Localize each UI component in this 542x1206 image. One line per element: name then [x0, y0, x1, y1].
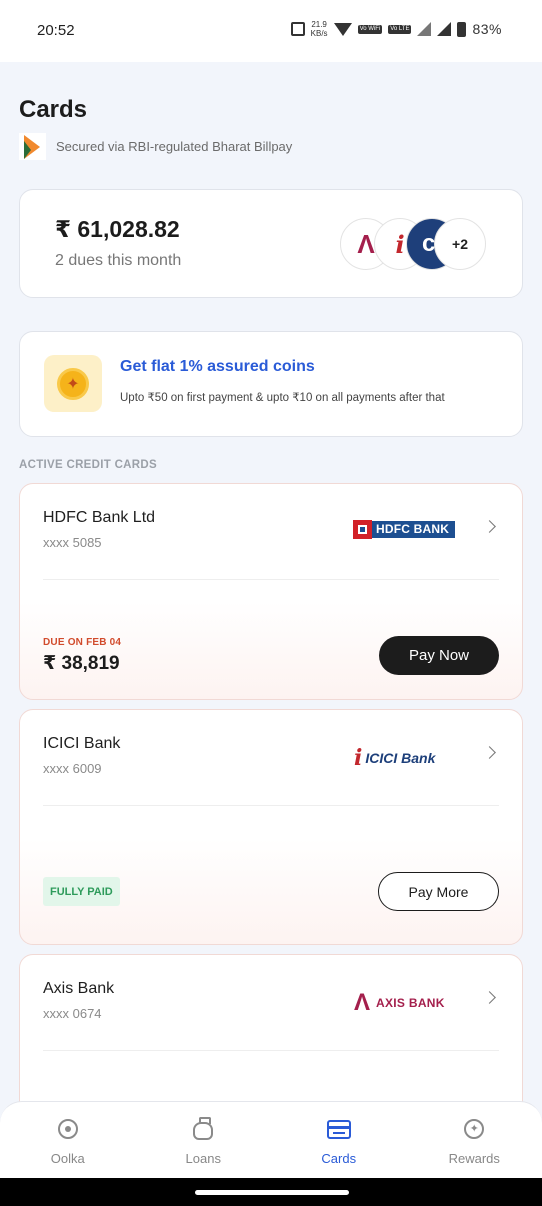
pay-more-button[interactable]: Pay More — [378, 872, 499, 911]
status-bar: 20:52 21.9 KB/s Vo WiFi Vo LTE 83% — [0, 0, 542, 62]
coins-offer-description: Upto ₹50 on first payment & upto ₹10 on … — [120, 392, 445, 404]
bbps-secured-row: Secured via RBI-regulated Bharat Billpay — [19, 133, 292, 160]
nav-label: Oolka — [50, 1151, 85, 1166]
axis-bank-logo: Λ AXIS BANK — [354, 989, 445, 1017]
card-number: xxxx 5085 — [43, 535, 102, 550]
hdfc-logo-icon — [353, 520, 372, 539]
hdfc-logo-text: HDFC BANK — [372, 521, 455, 538]
nav-label: Rewards — [448, 1151, 500, 1166]
card-bank-name: ICICI Bank — [43, 735, 121, 752]
network-speed: 21.9 KB/s — [310, 20, 328, 38]
signal-icon-sim2 — [437, 22, 452, 36]
status-icons: 21.9 KB/s Vo WiFi Vo LTE 83% — [290, 20, 502, 38]
chevron-right-icon[interactable] — [483, 520, 496, 533]
dues-count: 2 dues this month — [55, 252, 182, 269]
system-gesture-bar — [0, 1178, 542, 1206]
hdfc-bank-logo: HDFC BANK — [353, 520, 455, 539]
pay-now-button[interactable]: Pay Now — [379, 636, 499, 675]
card-bank-name: HDFC Bank Ltd — [43, 509, 156, 526]
cards-icon — [326, 1116, 352, 1142]
signal-icon-sim1 — [417, 22, 432, 36]
page-title: Cards — [19, 96, 88, 123]
oolka-icon — [55, 1116, 81, 1142]
bank-logo-stack: Λ i c/ +2 — [340, 218, 486, 270]
bharat-billpay-logo-icon — [19, 133, 46, 160]
nav-item-rewards[interactable]: ✦ Rewards — [407, 1102, 542, 1178]
icici-bank-logo: i ICICI Bank — [354, 745, 435, 771]
axis-logo-icon: Λ — [354, 989, 371, 1016]
divider — [43, 1050, 499, 1051]
card-number: xxxx 0674 — [43, 1006, 102, 1021]
rewards-icon: ✦ — [461, 1116, 487, 1142]
section-label-active-cards: ACTIVE CREDIT CARDS — [19, 459, 157, 471]
nav-item-loans[interactable]: Loans — [136, 1102, 272, 1178]
vowifi-icon: Vo WiFi — [357, 24, 383, 34]
status-time: 20:52 — [37, 22, 75, 39]
more-banks-count: +2 — [434, 218, 486, 270]
battery-icon — [457, 21, 467, 37]
nav-label: Loans — [185, 1151, 221, 1166]
coins-offer-title: Get flat 1% assured coins — [120, 358, 315, 375]
card-bank-name: Axis Bank — [43, 980, 115, 997]
wifi-icon — [333, 22, 352, 36]
battery-percent: 83% — [472, 21, 502, 37]
coin-icon-container: ✦ — [44, 355, 102, 412]
coin-icon: ✦ — [57, 367, 89, 400]
card-number: xxxx 6009 — [43, 761, 102, 776]
nav-label: Cards — [321, 1151, 357, 1166]
bbps-subtitle: Secured via RBI-regulated Bharat Billpay — [56, 139, 293, 154]
credit-card-item-hdfc[interactable]: HDFC Bank Ltd xxxx 5085 HDFC BANK DUE ON… — [19, 483, 523, 700]
total-dues-amount: ₹ 61,028.82 — [55, 216, 180, 242]
divider — [43, 805, 499, 806]
coins-offer-card[interactable]: ✦ Get flat 1% assured coins Upto ₹50 on … — [19, 331, 523, 437]
icici-logo-icon: i — [354, 745, 363, 771]
chevron-right-icon[interactable] — [483, 991, 496, 1004]
due-amount: ₹ 38,819 — [43, 653, 120, 674]
bottom-nav: Oolka Loans Cards ✦ Rewards — [0, 1101, 542, 1178]
dues-summary-card[interactable]: ₹ 61,028.82 2 dues this month Λ i c/ +2 — [19, 189, 523, 298]
nav-item-oolka[interactable]: Oolka — [0, 1102, 136, 1178]
chevron-right-icon[interactable] — [483, 746, 496, 759]
home-gesture-handle[interactable] — [195, 1190, 349, 1195]
screen-record-icon — [290, 22, 305, 36]
nav-item-cards[interactable]: Cards — [271, 1102, 407, 1178]
credit-card-item-icici[interactable]: ICICI Bank xxxx 6009 i ICICI Bank FULLY … — [19, 709, 523, 945]
fully-paid-badge: FULLY PAID — [43, 877, 120, 906]
axis-logo-text: AXIS BANK — [376, 996, 445, 1010]
icici-logo-text: ICICI Bank — [365, 750, 436, 766]
loans-icon — [190, 1116, 216, 1142]
due-date-label: DUE ON FEB 04 — [43, 637, 122, 648]
divider — [43, 579, 499, 580]
volte-icon: Vo LTE — [388, 24, 412, 34]
